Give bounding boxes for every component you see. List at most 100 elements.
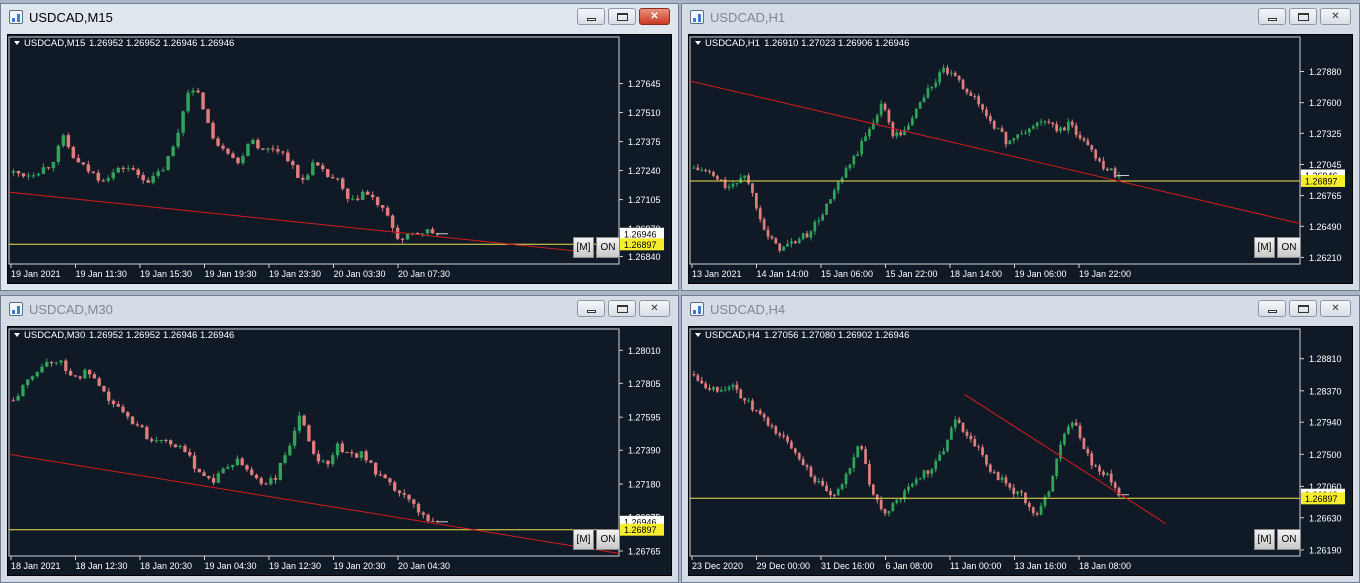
candle-body [786,243,789,247]
candle-body [276,149,280,152]
close-button[interactable]: ✕ [639,300,670,317]
ohlc-label: 1.26910 1.27023 1.26906 1.26946 [764,38,909,49]
price-tick-label: 1.26840 [628,252,661,262]
candle-body [206,109,210,123]
candle-body [758,410,762,415]
candle-body [316,453,321,462]
on-button[interactable]: ON [596,237,620,258]
candle-body [996,128,1000,130]
candle-body [715,386,719,392]
maximize-button[interactable] [608,8,636,25]
chart-window-h4[interactable]: USDCAD,H4 ✕ USDCAD,H4 1.27056 1.27080 1.2… [681,295,1360,583]
window-title: USDCAD,M15 [29,10,113,25]
window-titlebar[interactable]: USDCAD,H4 ✕ [682,296,1359,324]
candle-body [790,441,793,449]
minimize-button[interactable] [577,300,605,317]
maximize-button[interactable] [1289,300,1317,317]
minimize-button[interactable] [1258,300,1286,317]
chart-window-m15[interactable]: USDCAD,M15 ✕ USDCAD,M15 1.26952 1.26952 1… [0,3,679,291]
dropdown-triangle-icon[interactable] [14,333,20,337]
time-tick-label: 11 Jan 00:00 [950,561,1001,571]
candle-body [996,472,1000,481]
candle-body [1047,491,1051,497]
candle-body [1047,121,1051,123]
candle-body [1004,477,1008,484]
candle-body [770,425,774,427]
symbol-label: USDCAD,H4 [705,330,760,341]
trend-line[interactable] [9,453,619,554]
candle-body [169,440,173,445]
candle-body [844,168,848,178]
candle-body [156,171,160,176]
candle-body [311,162,315,176]
dropdown-triangle-icon[interactable] [695,333,701,337]
candle-body [743,398,747,401]
window-titlebar[interactable]: USDCAD,H1 ✕ [682,4,1359,32]
minimize-button[interactable] [577,8,605,25]
level-price-label: 1.26897 [624,525,657,535]
close-button[interactable]: ✕ [1320,8,1351,25]
price-chart[interactable]: USDCAD,M30 1.26952 1.26952 1.26946 1.2694… [7,326,672,576]
candle-body [977,446,981,448]
time-tick-label: 20 Jan 03:30 [334,269,386,279]
candle-body [345,452,349,454]
candle-body [778,433,782,436]
candle-body [159,439,163,441]
window-titlebar[interactable]: USDCAD,M15 ✕ [1,4,678,32]
candle-body [973,439,977,447]
candle-body [1043,121,1047,123]
maximize-button[interactable] [608,300,636,317]
m-button[interactable]: [M] [573,237,594,258]
trend-line[interactable] [690,80,1300,224]
m-button[interactable]: [M] [1254,237,1275,258]
on-button[interactable]: ON [596,529,620,550]
m-button[interactable]: [M] [573,529,594,550]
window-titlebar[interactable]: USDCAD,M30 ✕ [1,296,678,324]
candle-body [269,478,273,485]
candle-body [821,480,825,486]
trend-line[interactable] [964,394,1167,525]
candle-body [988,464,992,472]
trend-line[interactable] [9,191,619,256]
price-tick-label: 1.26490 [1309,222,1342,232]
ohlc-label: 1.27056 1.27080 1.26902 1.26946 [764,330,909,341]
price-chart[interactable]: USDCAD,H4 1.27056 1.27080 1.26902 1.26946… [688,326,1353,576]
close-button[interactable]: ✕ [1320,300,1351,317]
maximize-button[interactable] [1289,8,1317,25]
candle-body [977,96,981,105]
chart-window-h1[interactable]: USDCAD,H1 ✕ USDCAD,H1 1.26910 1.27023 1.2… [681,3,1360,291]
close-icon: ✕ [650,11,659,22]
price-chart[interactable]: USDCAD,H1 1.26910 1.27023 1.26906 1.26946… [688,34,1353,284]
minimize-icon [1259,301,1285,316]
window-title: USDCAD,H4 [710,302,786,317]
candle-body [790,241,793,244]
candle-body [836,489,840,496]
candle-body [1078,135,1082,139]
dropdown-triangle-icon[interactable] [14,41,20,45]
on-button[interactable]: ON [1277,529,1301,550]
candle-body [739,389,743,399]
time-tick-label: 19 Jan 23:30 [269,269,321,279]
candle-body [700,169,704,171]
chart-window-m30[interactable]: USDCAD,M30 ✕ USDCAD,M30 1.26952 1.26952 1… [0,295,679,583]
dropdown-triangle-icon[interactable] [695,41,701,45]
m-button[interactable]: [M] [1254,529,1275,550]
candle-body [380,205,385,208]
price-tick-label: 1.28010 [628,346,661,356]
price-chart[interactable]: USDCAD,M15 1.26952 1.26952 1.26946 1.2694… [7,34,672,284]
time-tick-label: 18 Jan 12:30 [76,561,128,571]
plot-frame [689,328,1301,557]
candle-body [230,464,235,467]
candle-body [844,473,848,485]
candle-body [395,227,400,239]
candle-body [186,92,190,112]
candle-body [1090,145,1094,150]
on-button[interactable]: ON [1277,237,1301,258]
time-tick-label: 19 Jan 04:30 [205,561,257,571]
chart-window-icon [690,10,704,24]
candle-body [825,485,828,491]
close-button[interactable]: ✕ [639,8,670,25]
candle-body [121,406,125,413]
minimize-button[interactable] [1258,8,1286,25]
candle-body [173,444,178,448]
